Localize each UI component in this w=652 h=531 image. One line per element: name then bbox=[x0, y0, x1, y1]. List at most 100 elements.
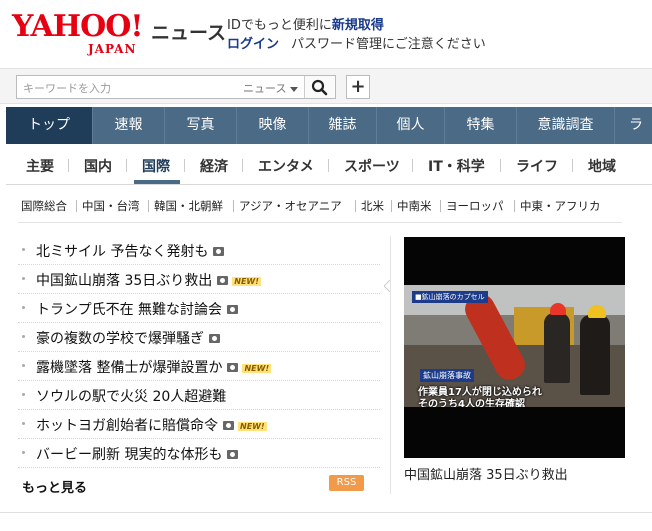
bullet bbox=[22, 451, 25, 454]
gnav-tab-individual[interactable]: 個人 bbox=[376, 107, 444, 144]
divider bbox=[514, 200, 515, 212]
subcategory-nav: 国際総合 中国・台湾 韓国・北朝鮮 アジア・オセアニア 北米 中南米 ヨーロッパ… bbox=[0, 196, 652, 216]
gnav-tab-photo[interactable]: 写真 bbox=[164, 107, 236, 144]
cat-life[interactable]: ライフ bbox=[516, 156, 558, 176]
divider bbox=[126, 159, 127, 172]
camera-icon bbox=[213, 246, 225, 256]
photo-scene: ■鉱山崩落のカプセル 鉱山崩落事故 作業員17人が閉じ込められ そのうち4人の生… bbox=[404, 285, 625, 407]
featured-photo[interactable]: ■鉱山崩落のカプセル 鉱山崩落事故 作業員17人が閉じ込められ そのうち4人の生… bbox=[404, 237, 625, 458]
photo-overlay-caption: そのうち4人の生存確認 bbox=[418, 399, 525, 407]
photo-worker bbox=[544, 313, 570, 383]
sub-china-taiwan[interactable]: 中国・台湾 bbox=[82, 198, 140, 214]
divider bbox=[242, 159, 243, 172]
cat-international[interactable]: 国際 bbox=[142, 156, 170, 176]
gnav-tab-survey[interactable]: 意識調査 bbox=[516, 107, 614, 144]
sub-middle-east-africa[interactable]: 中東・アフリカ bbox=[520, 198, 601, 214]
new-badge: NEW! bbox=[238, 421, 267, 431]
gnav-tab-feature[interactable]: 特集 bbox=[444, 107, 516, 144]
bullet bbox=[22, 306, 25, 309]
divider bbox=[355, 200, 356, 212]
global-nav: トップ 速報 写真 映像 雑誌 個人 特集 意識調査 ラ bbox=[6, 107, 652, 144]
cat-region[interactable]: 地域 bbox=[588, 156, 616, 176]
camera-icon bbox=[217, 275, 229, 285]
headline-link[interactable]: ホットヨガ創始者に賠償命令 NEW! bbox=[36, 415, 267, 435]
list-item[interactable]: 露機墜落 整備士が爆弾設置か NEW! bbox=[18, 352, 380, 381]
sub-korea[interactable]: 韓国・北朝鮮 bbox=[154, 198, 223, 214]
headline-text: ホットヨガ創始者に賠償命令 bbox=[36, 418, 218, 434]
gnav-tab-top[interactable]: トップ bbox=[6, 107, 92, 144]
more-link[interactable]: もっと見る bbox=[22, 477, 87, 496]
logo-text: YAHOO! bbox=[12, 9, 144, 44]
password-notice-link[interactable]: パスワード管理にご注意ください bbox=[291, 37, 486, 52]
headline-text: トランプ氏不在 無難な討論会 bbox=[36, 302, 223, 318]
list-item[interactable]: バービー刷新 現実的な体形も bbox=[18, 439, 380, 468]
gnav-tab-more[interactable]: ラ bbox=[614, 107, 652, 144]
photo-worker bbox=[580, 315, 610, 395]
id-prompt: IDでもっと便利に新規取得 bbox=[227, 14, 384, 33]
cat-economy[interactable]: 経済 bbox=[200, 156, 228, 176]
service-name[interactable]: ニュース bbox=[151, 18, 226, 45]
rss-button[interactable]: RSS bbox=[329, 475, 364, 491]
bullet bbox=[22, 277, 25, 280]
search-input[interactable] bbox=[21, 78, 225, 98]
headline-link[interactable]: 北ミサイル 予告なく発射も bbox=[36, 241, 225, 261]
divider bbox=[500, 159, 501, 172]
list-item[interactable]: ソウルの駅で火災 20人超避難 bbox=[18, 381, 380, 410]
gnav-tab-video[interactable]: 映像 bbox=[236, 107, 308, 144]
gnav-tab-breaking[interactable]: 速報 bbox=[92, 107, 164, 144]
camera-icon bbox=[227, 449, 239, 459]
divider bbox=[328, 159, 329, 172]
yahoo-japan-logo[interactable]: YAHOO! JAPAN bbox=[12, 9, 148, 57]
divider bbox=[412, 159, 413, 172]
headline-text: バービー刷新 現実的な体形も bbox=[36, 447, 223, 463]
sub-europe[interactable]: ヨーロッパ bbox=[446, 198, 504, 214]
headline-link[interactable]: 中国鉱山崩落 35日ぶり救出 NEW! bbox=[36, 270, 261, 290]
cat-entertainment[interactable]: エンタメ bbox=[258, 156, 314, 176]
camera-icon bbox=[209, 333, 220, 343]
add-button[interactable]: + bbox=[346, 75, 370, 99]
divider bbox=[390, 236, 391, 494]
search-category-select[interactable]: ニュース bbox=[243, 80, 299, 96]
category-nav: 主要 国内 国際 経済 エンタメ スポーツ IT・科学 ライフ 地域 bbox=[6, 144, 652, 185]
list-item[interactable]: トランプ氏不在 無難な討論会 bbox=[18, 294, 380, 323]
cat-it-science[interactable]: IT・科学 bbox=[428, 156, 485, 176]
divider bbox=[440, 200, 441, 212]
divider bbox=[76, 200, 77, 212]
search-bar: ニュース + bbox=[0, 68, 652, 104]
cat-sports[interactable]: スポーツ bbox=[344, 156, 400, 176]
site-header: YAHOO! JAPAN ニュース IDでもっと便利に新規取得 ログイン パスワー… bbox=[0, 0, 652, 62]
list-item[interactable]: 中国鉱山崩落 35日ぶり救出 NEW! bbox=[18, 265, 380, 294]
divider bbox=[18, 222, 622, 223]
gnav-tab-magazine[interactable]: 雑誌 bbox=[308, 107, 376, 144]
login-link[interactable]: ログイン bbox=[227, 37, 279, 52]
photo-caption-link[interactable]: 中国鉱山崩落 35日ぶり救出 bbox=[404, 464, 568, 483]
search-button[interactable] bbox=[304, 76, 335, 98]
search-box: ニュース bbox=[16, 75, 336, 99]
register-link[interactable]: 新規取得 bbox=[332, 18, 384, 33]
headline-link[interactable]: ソウルの駅で火災 20人超避難 bbox=[36, 386, 226, 406]
camera-icon bbox=[223, 420, 234, 430]
headline-link[interactable]: トランプ氏不在 無難な討論会 bbox=[36, 299, 239, 319]
headline-link[interactable]: バービー刷新 現実的な体形も bbox=[36, 444, 239, 464]
sub-latin-america[interactable]: 中南米 bbox=[397, 198, 432, 214]
bullet bbox=[22, 393, 25, 396]
cat-domestic[interactable]: 国内 bbox=[84, 156, 112, 176]
sub-asia-oceania[interactable]: アジア・オセアニア bbox=[239, 198, 342, 214]
search-category-label: ニュース bbox=[243, 82, 287, 95]
sub-north-america[interactable]: 北米 bbox=[361, 198, 384, 214]
sub-intl-general[interactable]: 国際総合 bbox=[21, 198, 67, 214]
list-item[interactable]: 北ミサイル 予告なく発射も bbox=[18, 236, 380, 265]
pointer-caret-icon bbox=[384, 280, 390, 292]
divider bbox=[572, 159, 573, 172]
headline-link[interactable]: 豪の複数の学校で爆弾騒ぎ bbox=[36, 328, 220, 348]
camera-icon bbox=[227, 362, 239, 372]
new-badge: NEW! bbox=[242, 363, 272, 373]
list-item[interactable]: 豪の複数の学校で爆弾騒ぎ bbox=[18, 323, 380, 352]
headline-link[interactable]: 露機墜落 整備士が爆弾設置か NEW! bbox=[36, 357, 272, 377]
divider bbox=[233, 200, 234, 212]
camera-icon bbox=[227, 304, 239, 314]
news-list: 北ミサイル 予告なく発射も 中国鉱山崩落 35日ぶり救出 NEW! トランプ氏不在… bbox=[18, 236, 380, 468]
active-tab-indicator bbox=[134, 180, 180, 184]
cat-main[interactable]: 主要 bbox=[26, 156, 54, 176]
list-item[interactable]: ホットヨガ創始者に賠償命令 NEW! bbox=[18, 410, 380, 439]
